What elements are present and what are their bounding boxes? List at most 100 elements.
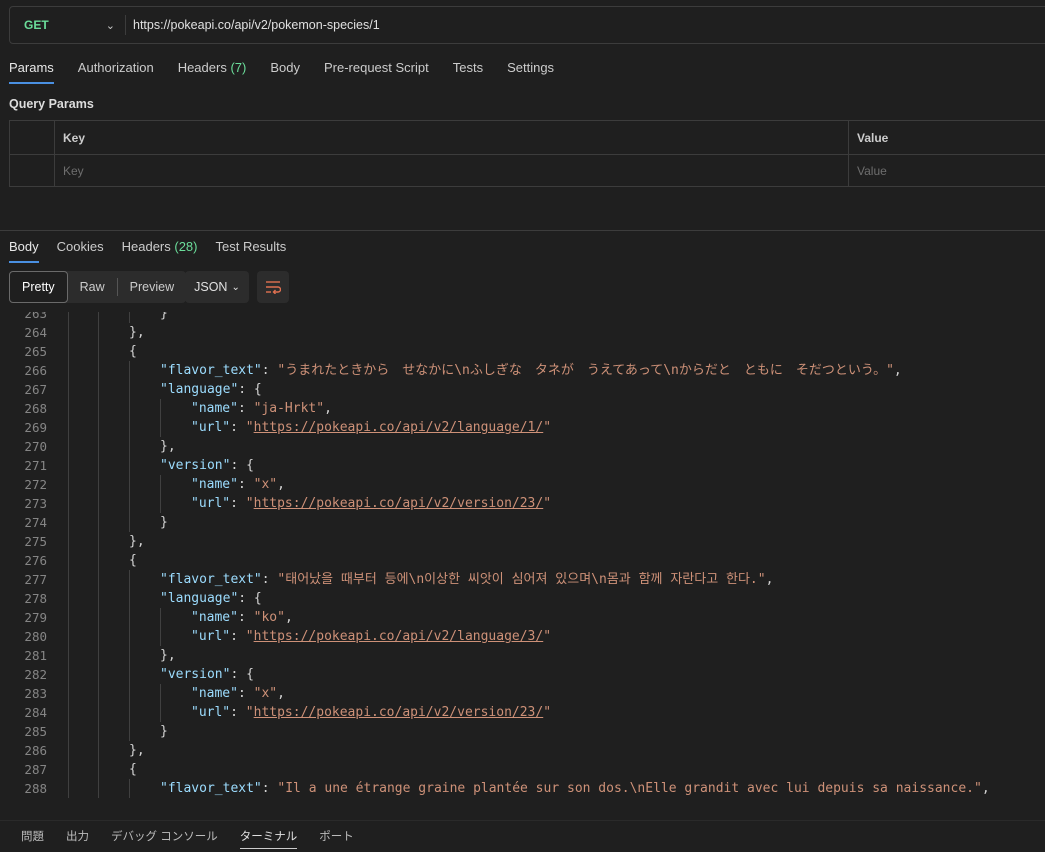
json-url-link[interactable]: https://pokeapi.co/api/v2/language/3/	[254, 629, 544, 644]
json-url-link[interactable]: https://pokeapi.co/api/v2/version/23/	[254, 705, 544, 720]
code-text: "flavor_text": "うまれたときから せなかに\nふしぎな タネが …	[160, 361, 902, 380]
line-number: 280	[24, 629, 47, 644]
indent-guide	[129, 513, 130, 532]
url-input[interactable]: https://pokeapi.co/api/v2/pokemon-specie…	[133, 18, 380, 32]
response-tab-headers[interactable]: Headers (28)	[122, 239, 198, 263]
raw-button[interactable]: Raw	[68, 271, 117, 303]
panel-tab-0[interactable]: 問題	[21, 827, 44, 847]
indent-guide	[160, 627, 161, 646]
json-punctuation: :	[261, 572, 278, 587]
code-text: }	[160, 722, 168, 741]
code-line: 268 "name": "ja-Hrkt",	[0, 399, 1045, 418]
tab-label: Tests	[452, 60, 484, 75]
line-number: 279	[24, 610, 47, 625]
json-string: "	[543, 420, 552, 435]
indent-guide	[98, 323, 99, 342]
json-url-link[interactable]: https://pokeapi.co/api/v2/language/1/	[254, 420, 544, 435]
format-dropdown[interactable]: JSON ⌄	[185, 271, 249, 303]
response-tab-body[interactable]: Body	[9, 239, 39, 263]
json-punctuation: }	[160, 724, 168, 739]
value-placeholder: Value	[857, 164, 887, 178]
wrap-lines-button[interactable]	[257, 271, 289, 303]
indent-guide	[68, 722, 69, 741]
key-placeholder: Key	[63, 164, 84, 178]
response-tabs: Body Cookies Headers (28) Test Results	[9, 239, 286, 263]
tab-pre-request-script[interactable]: Pre-request Script	[324, 60, 429, 84]
line-number: 269	[24, 420, 47, 435]
code-line: 270},	[0, 437, 1045, 456]
json-key: "flavor_text"	[160, 781, 262, 796]
response-tab-test-results[interactable]: Test Results	[215, 239, 286, 263]
indent-guide	[98, 456, 99, 475]
pretty-button[interactable]: Pretty	[9, 271, 68, 303]
indent-guide	[98, 703, 99, 722]
indent-guide	[68, 646, 69, 665]
json-string: "ko"	[253, 610, 285, 625]
json-punctuation: :	[237, 477, 254, 492]
indent-guide	[68, 323, 69, 342]
code-line: 277 "flavor_text": "태어났을 때부터 등에\n이상한 씨앗이 …	[0, 570, 1045, 589]
code-line: 273 "url": "https://pokeapi.co/api/v2/ver…	[0, 494, 1045, 513]
method-dropdown[interactable]: GET ⌄	[10, 7, 125, 43]
json-url-link[interactable]: https://pokeapi.co/api/v2/version/23/	[254, 496, 544, 511]
pane-divider[interactable]	[0, 230, 1045, 231]
indent-guide	[68, 312, 69, 323]
view-mode-group: Pretty Raw Preview	[9, 271, 187, 303]
response-body-viewer[interactable]: 263} 264}, 265{266 "flavor_text": "うまれたときから…	[0, 312, 1045, 820]
tab-authorization[interactable]: Authorization	[78, 60, 154, 84]
json-punctuation: ,	[765, 572, 774, 587]
indent-guide	[129, 399, 130, 418]
key-column-header: Key	[63, 130, 86, 145]
json-punctuation: :	[237, 401, 254, 416]
json-punctuation: :	[230, 496, 246, 511]
panel-tab-1[interactable]: 出力	[66, 827, 89, 847]
json-string: "Il a une étrange graine plantée sur son…	[277, 781, 982, 796]
tab-tests[interactable]: Tests	[453, 60, 483, 84]
indent-guide	[160, 494, 161, 513]
tab-body[interactable]: Body	[270, 60, 300, 84]
indent-guide	[68, 513, 69, 532]
indent-guide	[68, 760, 69, 779]
json-punctuation: :	[230, 705, 246, 720]
indent-guide	[68, 456, 69, 475]
json-punctuation: :	[230, 629, 246, 644]
indent-guide	[160, 475, 161, 494]
indent-guide	[98, 589, 99, 608]
panel-tab-4[interactable]: ポート	[319, 827, 354, 847]
tab-settings[interactable]: Settings	[507, 60, 554, 84]
param-value-input[interactable]: Value	[849, 155, 1045, 187]
code-text: }	[160, 513, 168, 532]
row-checkbox-cell[interactable]	[10, 155, 55, 187]
code-line: 285}	[0, 722, 1045, 741]
panel-tab-2[interactable]: デバッグ コンソール	[111, 827, 218, 847]
code-line: 281},	[0, 646, 1045, 665]
json-string: "うまれたときから せなかに\nふしぎな タネが うえてあって\nからだと とも…	[277, 363, 894, 378]
code-line: 275},	[0, 532, 1045, 551]
indent-guide	[160, 608, 161, 627]
indent-guide	[129, 494, 130, 513]
chevron-down-icon: ⌄	[231, 281, 240, 293]
indent-guide	[129, 722, 130, 741]
code-line: 269 "url": "https://pokeapi.co/api/v2/lan…	[0, 418, 1045, 437]
json-key: "version"	[160, 458, 231, 473]
json-key: "url"	[191, 420, 231, 435]
response-tab-cookies[interactable]: Cookies	[57, 239, 104, 263]
line-number: 285	[24, 724, 47, 739]
value-column-header: Value	[857, 130, 889, 145]
panel-tab-3[interactable]: ターミナル	[239, 827, 297, 849]
indent-guide	[68, 342, 69, 361]
tab-params[interactable]: Params	[9, 60, 54, 84]
json-punctuation: },	[129, 743, 145, 758]
indent-guide	[68, 532, 69, 551]
code-text: "url": "https://pokeapi.co/api/v2/versio…	[191, 494, 551, 513]
indent-guide	[68, 437, 69, 456]
indent-guide	[98, 475, 99, 494]
indent-guide	[68, 665, 69, 684]
indent-guide	[129, 779, 130, 798]
json-punctuation: },	[160, 439, 176, 454]
json-punctuation: : {	[230, 458, 254, 473]
param-key-input[interactable]: Key	[55, 155, 849, 187]
indent-guide	[68, 551, 69, 570]
preview-button[interactable]: Preview	[118, 271, 186, 303]
tab-headers[interactable]: Headers (7)	[178, 60, 247, 84]
